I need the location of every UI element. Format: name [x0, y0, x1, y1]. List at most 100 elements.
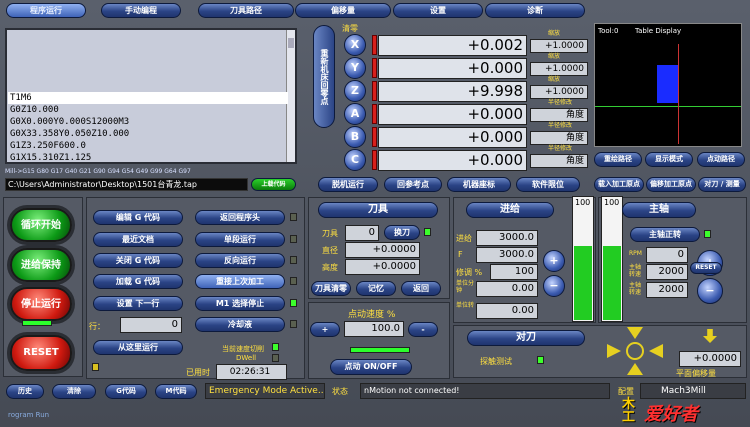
soft-limits-button[interactable]: 软件限位 [516, 177, 580, 192]
dro-b[interactable]: +0.000 [378, 127, 527, 148]
machine-coords-button[interactable]: 机器座标 [447, 177, 511, 192]
f-field[interactable]: 3000.0 [476, 247, 538, 263]
tool-clear-button[interactable]: 刀具清零 [311, 281, 351, 296]
dro-z[interactable]: +9.998 [378, 81, 527, 102]
stop-button[interactable]: 停止运行 [10, 287, 72, 321]
jog-plus-button[interactable]: + [310, 322, 340, 337]
line-number-field[interactable]: 0 [120, 317, 182, 333]
prog-right-button-5[interactable]: 冷却液 [195, 317, 285, 332]
prog-left-button-2[interactable]: 关闭 G 代码 [93, 253, 183, 268]
feed-plus-button[interactable]: + [543, 250, 565, 272]
spindle-reset-button[interactable]: RESET [690, 262, 722, 274]
load-gcode-button[interactable]: 上载代码 [251, 178, 296, 191]
prog-right-button-3[interactable]: 重接上次加工 [195, 274, 285, 289]
tool-number-field[interactable]: 0 [345, 225, 379, 241]
status-label: 状态 [332, 387, 348, 396]
jog-toggle-button[interactable]: 点动 ON/OFF [330, 359, 412, 375]
gcode-line[interactable]: G1Z3.250F600.0 [8, 140, 288, 152]
f-label: F [458, 250, 463, 259]
height-field[interactable]: +0.0000 [345, 259, 420, 275]
tab-settings[interactable]: 设置 [393, 3, 483, 18]
prog-left-button-5[interactable]: 从这里运行 [93, 340, 183, 355]
zero-x-button[interactable]: X [344, 34, 366, 56]
tab-manual[interactable]: 手动编程 [101, 3, 181, 18]
jog-follow-button[interactable]: 点动路径 [697, 152, 745, 167]
feed-bar-fill [574, 246, 592, 320]
modal-line: Mill->G15 G80 G17 G40 G21 G90 G94 G54 G4… [5, 168, 191, 175]
tab-program-run[interactable]: 程序运行 [6, 3, 86, 18]
scale-label-b: 半径修改 [548, 122, 573, 129]
display-mode-button[interactable]: 显示模式 [645, 152, 693, 167]
feed-override-bar: 100 [572, 196, 594, 322]
gcode-line[interactable]: G1X15.310Z1.125 [8, 152, 288, 164]
dro-y[interactable]: +0.000 [378, 58, 527, 79]
spindle-minus-button[interactable]: − [697, 278, 723, 304]
dro-x[interactable]: +0.002 [378, 35, 527, 56]
prog-right-button-2[interactable]: 反向运行 [195, 253, 285, 268]
tab-diagnostics[interactable]: 诊断 [485, 3, 585, 18]
prog-left-button-4[interactable]: 设置 下一行 [93, 296, 183, 311]
profile-field: Mach3Mill [640, 383, 746, 399]
reset-button[interactable]: RESET [10, 335, 72, 371]
prog-right-button-4[interactable]: M1 选择停止 [195, 296, 285, 311]
tool-title: 刀具 [318, 202, 438, 218]
feed-minus-button[interactable]: − [543, 275, 565, 297]
tab-offsets[interactable]: 偏移量 [295, 3, 391, 18]
zero-b-button[interactable]: B [344, 126, 366, 148]
prog-right-button-1[interactable]: 单段运行 [195, 232, 285, 247]
zero-y-button[interactable]: Y [344, 57, 366, 79]
prog-left-button-0[interactable]: 编辑 G 代码 [93, 210, 183, 225]
gcodes-button[interactable]: G代码 [105, 384, 147, 399]
offset-field[interactable]: +0.0000 [679, 351, 741, 367]
tab-toolpath[interactable]: 刀具路径 [198, 3, 294, 18]
zero-z-button[interactable]: Z [344, 80, 366, 102]
gcode-line[interactable]: G0Z10.000 [8, 104, 288, 116]
gcode-window[interactable]: T1M6 G0Z10.000 G0X0.000Y0.000S12000M3 G0X33… [5, 28, 297, 164]
history-button[interactable]: 历史 [6, 384, 44, 399]
spindle-override-bar: 100 [601, 196, 623, 322]
regen-button[interactable]: 重绘路径 [594, 152, 642, 167]
gcode-line[interactable]: T1M6 [8, 92, 288, 104]
clear-button[interactable]: 清除 [52, 384, 96, 399]
toolpath-display[interactable]: Tool:0 Table Display [594, 23, 742, 147]
scale-c[interactable]: 角度 [530, 154, 588, 168]
spindle-cw-button[interactable]: 主轴正转 [630, 227, 700, 242]
touch-measure-button[interactable]: 对刀 / 测量 [698, 177, 746, 192]
jog-minus-button[interactable]: - [408, 322, 438, 337]
spindle-speed-field-2[interactable]: 2000 [646, 282, 688, 298]
dro-c[interactable]: +0.000 [378, 150, 527, 171]
diameter-field[interactable]: +0.0000 [345, 242, 420, 258]
goto-home-button[interactable]: 回参考点 [384, 177, 442, 192]
tool-change-button[interactable]: 换刀 [384, 225, 420, 240]
load-origin-button[interactable]: 载入加工原点 [594, 177, 644, 192]
zero-c-button[interactable]: C [344, 149, 366, 171]
feed-field[interactable]: 3000.0 [476, 230, 538, 246]
axis-c-ref-indicator [372, 150, 377, 170]
zero-a-button[interactable]: A [344, 103, 366, 125]
gcode-line[interactable]: G0X33.358Y0.050Z10.000 [8, 128, 288, 140]
cycle-start-button[interactable]: 循环开始 [10, 208, 72, 242]
gcode-line[interactable]: G0X0.000Y0.000S12000M3 [8, 116, 288, 128]
dro-a[interactable]: +0.000 [378, 104, 527, 125]
offline-button[interactable]: 脱机运行 [318, 177, 378, 192]
feed-override-field[interactable]: 100 [490, 264, 538, 280]
offset-origin-button[interactable]: 偏移加工原点 [646, 177, 696, 192]
logo-text: 爱好者 [644, 404, 698, 425]
probe-crosshair[interactable] [605, 327, 665, 375]
ref-all-home-button[interactable]: 重新机床回零点 [313, 25, 335, 128]
toolpath-title: Table Display [635, 27, 682, 35]
tool-return-button[interactable]: 返回 [401, 281, 441, 296]
axis-a-ref-indicator [372, 104, 377, 124]
scrollbar-thumb[interactable] [288, 38, 294, 48]
feed-bar-value: 100 [575, 198, 591, 207]
prog-left-button-3[interactable]: 加载 G 代码 [93, 274, 183, 289]
prog-left-button-1[interactable]: 最近文档 [93, 232, 183, 247]
jog-rate-field[interactable]: 100.0 [344, 321, 404, 337]
feed-hold-button[interactable]: 进给保持 [10, 248, 72, 282]
probe-led [537, 356, 544, 364]
scale-label-x: 缩放 [548, 30, 561, 37]
mcodes-button[interactable]: M代码 [155, 384, 197, 399]
prog-right-button-0[interactable]: 返回程序头 [195, 210, 285, 225]
spindle-speed-field-1[interactable]: 2000 [646, 264, 688, 280]
tool-remember-button[interactable]: 记忆 [356, 281, 396, 296]
